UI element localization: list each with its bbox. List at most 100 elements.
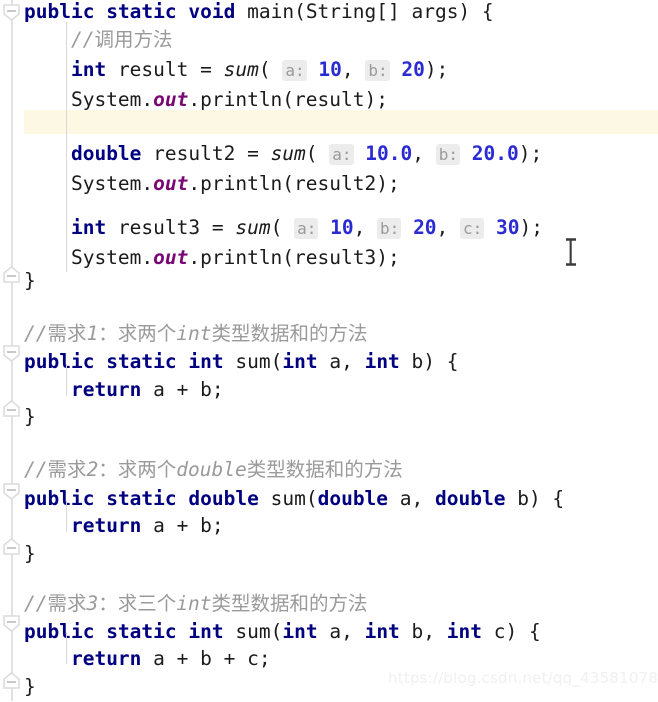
token-plain: } [24,405,36,428]
token-cmt-cn: 需求 [47,458,87,481]
token-cmt: // [24,322,48,345]
token-plain: a, [388,487,436,510]
token-kw: int [188,350,224,373]
token-plain: } [24,542,36,565]
token-plain: System. [24,172,154,195]
token-kw: static [106,0,177,23]
token-plain: ( [305,487,318,510]
token-kw: int [364,350,400,373]
token-hint: b: [365,60,390,81]
fold-minus-icon [7,275,16,277]
token-cmt: int [176,592,212,615]
fold-start-sum-int-icon[interactable] [1,345,22,362]
token-plain: ( [270,350,283,373]
token-hint: a: [329,144,354,165]
token-cmt: 2 [86,458,99,481]
token-plain: , [412,142,436,165]
token-num: 10.0 [365,142,413,165]
token-kw: double [435,487,506,510]
token-plain: .println(result2); [188,172,400,195]
token-cmt-cn: 类型数据和的方法 [211,592,368,615]
token-hint: b: [377,218,402,239]
code-line: double result2 = sum( a: 10.0, b: 20.0); [24,138,658,169]
token-kw: int [188,620,224,643]
watermark-text: https://blog.csdn.net/qq_43581078 [388,669,658,687]
token-kw: int [282,620,318,643]
token-fld: out [153,88,189,111]
indent-guide [66,632,67,664]
token-plain: a + b + c; [141,647,271,670]
token-cmt-cn: 求两个 [117,458,177,481]
code-line: } [24,265,658,296]
token-cmt: 1 [86,322,99,345]
token-cmt: double [176,458,247,481]
code-editor[interactable]: public static void main(String[] args) {… [0,0,658,701]
token-kw: int [364,620,400,643]
code-content[interactable]: public static void main(String[] args) {… [24,0,658,701]
code-line: //调用方法 [24,24,658,55]
fold-start-main-method-icon[interactable] [1,4,22,21]
code-line: System.out.println(result2); [24,168,658,199]
token-mth: sum [223,58,259,81]
token-hint: b: [435,144,461,165]
fold-end-sum-double-icon[interactable] [1,538,22,555]
code-line: System.out.println(result); [24,84,658,115]
token-kw: public [24,350,95,373]
token-plain: result3 = [106,216,236,239]
token-plain: ( [258,58,283,81]
token-plain: .println(result); [188,88,388,111]
token-plain: System. [24,88,154,111]
fold-start-sum-three-int-icon[interactable] [1,615,22,632]
token-cmt-cn: 类型数据和的方法 [246,458,403,481]
code-line: int result = sum( a: 10, b: 20); [24,54,658,85]
token-mth: sum [270,142,306,165]
token-plain: b) { [505,487,565,510]
token-mthd: sum [235,620,271,643]
token-kw: double [70,142,142,165]
token-plain: } [24,269,36,292]
token-kw: static [106,350,177,373]
token-cmt-cn: ： [98,322,118,345]
token-kw: int [70,216,107,239]
indent-guide [66,22,67,272]
token-plain: b) { [399,350,459,373]
fold-minus-icon [7,681,16,683]
token-kw: int [282,350,318,373]
token-fld: out [153,172,189,195]
fold-end-sum-three-int-icon[interactable] [1,672,22,689]
token-num: 20.0 [471,142,519,165]
fold-end-sum-int-icon[interactable] [1,400,22,417]
token-cmt-cn: 需求 [47,322,87,345]
token-mthd: sum [270,487,306,510]
token-cmt: // [70,28,95,51]
token-plain: ); [518,142,543,165]
token-cmt: 3 [86,592,99,615]
token-plain: c) { [482,620,541,643]
code-line: return a + b; [24,510,658,541]
token-plain: a, [317,350,365,373]
token-cmt: // [24,458,48,481]
fold-end-main-method-icon[interactable] [1,266,22,283]
token-cmt: int [176,322,212,345]
token-cmt-cn: ： [98,458,118,481]
token-mthd: sum [235,350,271,373]
token-kw: public [24,0,95,23]
fold-minus-icon [7,10,16,12]
token-num: 20 [401,58,425,81]
fold-start-sum-double-icon[interactable] [1,483,22,500]
token-plain: , [341,58,366,81]
token-plain: } [24,675,36,698]
folding-gutter[interactable] [0,0,24,701]
